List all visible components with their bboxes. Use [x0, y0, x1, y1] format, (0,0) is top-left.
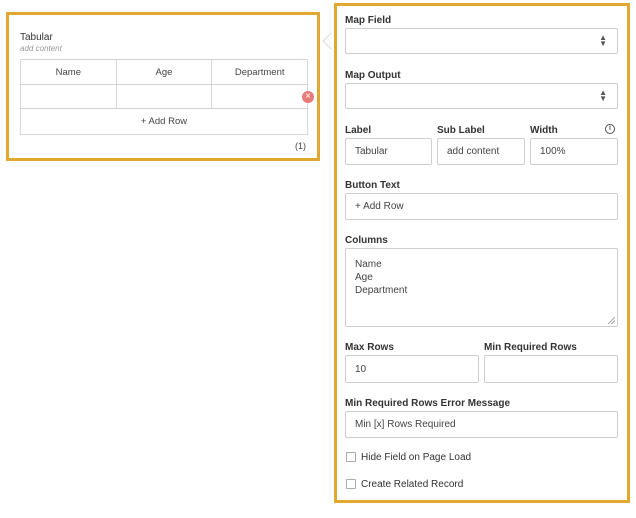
- label-field-label: Label: [345, 125, 372, 136]
- map-output-label: Map Output: [345, 70, 401, 81]
- width-input-value: 100%: [540, 146, 566, 157]
- preview-subtitle: add content: [20, 44, 62, 53]
- info-icon[interactable]: i: [605, 124, 615, 134]
- columns-line: Name: [355, 259, 382, 270]
- column-header-name: Name: [21, 60, 117, 84]
- button-text-value: + Add Row: [355, 201, 404, 212]
- columns-textarea[interactable]: Name Age Department: [345, 248, 618, 327]
- create-related-checkbox[interactable]: [346, 479, 356, 489]
- label-input-value: Tabular: [355, 146, 388, 157]
- resize-handle-icon[interactable]: [608, 317, 615, 324]
- sub-label-input-value: add content: [447, 146, 500, 157]
- create-related-label: Create Related Record: [361, 479, 464, 490]
- min-rows-error-label: Min Required Rows Error Message: [345, 398, 511, 409]
- min-rows-error-value: Min [x] Rows Required: [355, 419, 456, 430]
- columns-label: Columns: [345, 235, 388, 246]
- hide-field-checkbox[interactable]: [346, 452, 356, 462]
- chevron-updown-icon: ▲ ▼: [599, 88, 607, 103]
- width-input[interactable]: 100%: [530, 138, 618, 165]
- hide-field-label: Hide Field on Page Load: [361, 452, 472, 463]
- preview-table: Name Age Department + Add Row: [20, 59, 308, 135]
- table-cell[interactable]: [212, 85, 307, 108]
- max-rows-input[interactable]: 10: [345, 355, 479, 383]
- map-field-select[interactable]: ▲ ▼: [345, 28, 618, 54]
- width-field-label: Width: [530, 125, 558, 136]
- tabular-field-preview[interactable]: Tabular add content Name Age Department …: [6, 12, 320, 161]
- chevron-updown-icon: ▲ ▼: [599, 33, 607, 48]
- map-field-label: Map Field: [345, 15, 392, 26]
- columns-line: Department: [355, 285, 408, 296]
- map-output-select[interactable]: ▲ ▼: [345, 83, 618, 109]
- max-rows-value: 10: [355, 363, 367, 375]
- sub-label-field-label: Sub Label: [437, 125, 485, 136]
- min-required-rows-label: Min Required Rows: [484, 342, 577, 353]
- label-input[interactable]: Tabular: [345, 138, 432, 165]
- min-rows-error-input[interactable]: Min [x] Rows Required: [345, 411, 618, 438]
- close-circle-icon[interactable]: ×: [302, 91, 314, 103]
- table-cell[interactable]: [117, 85, 213, 108]
- sub-label-input[interactable]: add content: [437, 138, 525, 165]
- min-required-rows-input[interactable]: [484, 355, 618, 383]
- button-text-label: Button Text: [345, 180, 400, 191]
- table-cell[interactable]: [21, 85, 117, 108]
- add-row-button[interactable]: + Add Row: [21, 109, 307, 134]
- button-text-input[interactable]: + Add Row: [345, 193, 618, 220]
- column-header-age: Age: [117, 60, 213, 84]
- column-header-department: Department: [234, 66, 285, 78]
- max-rows-label: Max Rows: [345, 342, 394, 353]
- columns-line: Age: [355, 272, 373, 283]
- table-row: [21, 85, 307, 109]
- row-count: (1): [295, 141, 306, 151]
- preview-title: Tabular: [20, 32, 53, 43]
- table-header-row: Name Age Department: [21, 60, 307, 85]
- field-settings-panel: Map Field ▲ ▼ Map Output ▲ ▼ Label Tabular…: [334, 3, 630, 503]
